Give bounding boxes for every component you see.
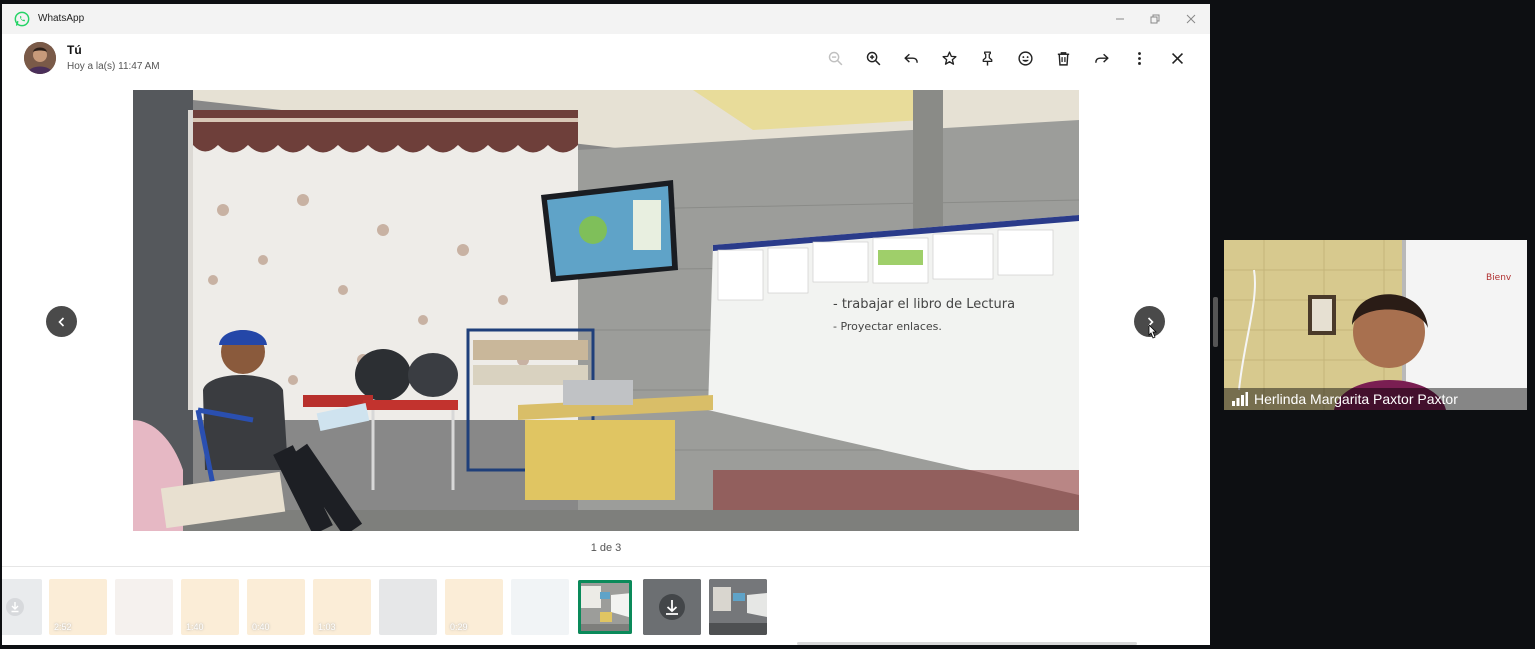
audio-duration: 2:52 (54, 622, 72, 632)
thumbnail-3[interactable]: 1:40 (181, 579, 239, 635)
participant-name-bar: Herlinda Margarita Paxtor Paxtor (1224, 388, 1527, 410)
media-image[interactable]: - trabajar el libro de Lectura - Proyect… (133, 90, 1079, 531)
thumbnail-8[interactable] (511, 579, 569, 635)
media-counter: 1 de 3 (590, 542, 622, 554)
forward-button[interactable] (1082, 46, 1120, 70)
board-writing: - trabajar el libro de Lectura (833, 297, 1015, 312)
thumbnail-0[interactable] (2, 579, 42, 635)
star-icon (941, 50, 957, 65)
app-title: WhatsApp (38, 13, 85, 24)
reply-icon (903, 53, 918, 63)
video-participant-tile[interactable]: Bienv Herlinda Margarita Paxtor Paxtor (1224, 240, 1527, 410)
whatsapp-window: WhatsApp Tú Hoy a la(s) 11:47 AM - traba… (2, 4, 1210, 645)
pin-button[interactable] (968, 46, 1006, 70)
signal-strength-icon (1232, 392, 1248, 406)
window-titlebar: WhatsApp (2, 4, 1210, 34)
audio-duration: 1:40 (186, 622, 204, 632)
classroom-thumbnail (578, 580, 632, 634)
thumbnail-strip: 2:52 1:40 0:40 1:03 0:29 (2, 577, 1210, 637)
audio-duration: 0:40 (252, 622, 270, 632)
media-toolbar (816, 46, 1196, 70)
chevron-left-icon (57, 316, 64, 327)
classroom-photo: - trabajar el libro de Lectura - Proyect… (133, 90, 1079, 531)
whatsapp-logo-icon (14, 11, 30, 27)
delete-button[interactable] (1044, 46, 1082, 70)
close-viewer-button[interactable] (1158, 46, 1196, 70)
sender-name: Tú (67, 43, 82, 57)
media-viewer-header: Tú Hoy a la(s) 11:47 AM (2, 34, 1210, 86)
participant-video: Bienv (1224, 240, 1527, 410)
maximize-button[interactable] (1142, 9, 1168, 29)
thumbnail-5[interactable]: 1:03 (313, 579, 371, 635)
close-icon (1171, 52, 1183, 64)
restore-icon (1150, 14, 1160, 24)
minimize-icon (1116, 18, 1124, 20)
minimize-button[interactable] (1107, 9, 1133, 29)
more-options-button[interactable] (1120, 46, 1158, 70)
star-button[interactable] (930, 46, 968, 70)
avatar-image (24, 42, 56, 74)
pin-icon (982, 50, 992, 66)
classroom-thumbnail-2 (709, 579, 767, 635)
mouse-cursor-icon (1148, 324, 1157, 339)
thumbnail-11[interactable] (709, 579, 767, 635)
thumbnail-scrollbar[interactable] (797, 642, 1137, 645)
more-vertical-icon (1137, 51, 1141, 65)
thumbnail-10[interactable] (643, 579, 701, 635)
thumbnail-9[interactable] (578, 580, 632, 634)
thumbnail-4[interactable]: 0:40 (247, 579, 305, 635)
avatar[interactable] (24, 42, 56, 74)
audio-duration: 1:03 (318, 622, 336, 632)
thumbnail-7[interactable]: 0:29 (445, 579, 503, 635)
previous-media-button[interactable] (46, 306, 77, 337)
forward-icon (1094, 53, 1109, 63)
audio-duration: 0:29 (450, 622, 468, 632)
zoom-in-button[interactable] (854, 46, 892, 70)
zoom-in-icon (866, 51, 880, 65)
board-text: Bienv (1486, 273, 1512, 283)
zoom-out-icon (828, 51, 842, 65)
desktop-screen: WhatsApp Tú Hoy a la(s) 11:47 AM - traba… (0, 0, 1535, 649)
thumbnail-1[interactable]: 2:52 (49, 579, 107, 635)
close-window-button[interactable] (1178, 9, 1204, 29)
participant-name: Herlinda Margarita Paxtor Paxtor (1254, 391, 1458, 407)
close-window-icon (1186, 14, 1196, 24)
thumbnail-divider (2, 566, 1210, 567)
react-button[interactable] (1006, 46, 1044, 70)
download-thumbnail (643, 579, 701, 635)
download-icon (6, 598, 24, 616)
zoom-out-button[interactable] (816, 46, 854, 70)
thumbnail-2[interactable] (115, 579, 173, 635)
panel-resize-handle[interactable] (1213, 297, 1218, 347)
emoji-icon (1017, 50, 1033, 66)
message-timestamp: Hoy a la(s) 11:47 AM (67, 61, 160, 72)
trash-icon (1057, 51, 1069, 66)
thumbnail-6[interactable] (379, 579, 437, 635)
board-writing-2: - Proyectar enlaces. (833, 320, 942, 333)
reply-button[interactable] (892, 46, 930, 70)
